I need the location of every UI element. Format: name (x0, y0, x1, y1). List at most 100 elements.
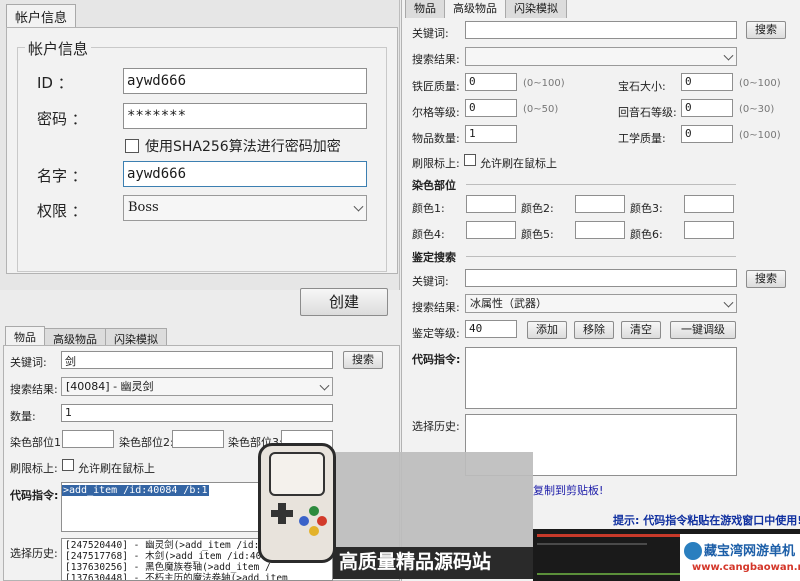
color3-input[interactable] (684, 195, 734, 213)
ap-level-input[interactable]: 40 (465, 320, 517, 338)
button-red-icon (317, 516, 327, 526)
site-logo-icon (684, 542, 702, 560)
ap-result-value: 冰属性（武器） (470, 297, 547, 310)
left-qty-label: 数量: (10, 410, 36, 423)
right-code-textarea[interactable] (465, 347, 737, 409)
ap-search-button[interactable]: 搜索 (746, 270, 786, 288)
role-select[interactable]: Boss (123, 195, 367, 221)
copy-to-clipboard-link[interactable]: 复制到剪贴板! (533, 482, 603, 498)
left-qty-input[interactable]: 1 (61, 404, 333, 422)
right-history-label: 选择历史: (412, 420, 460, 433)
right-cursor-check-label: 允许刷在鼠标上 (480, 157, 557, 170)
console-line (537, 543, 647, 545)
color6-input[interactable] (684, 221, 734, 239)
echo-hint: (0~30) (739, 104, 775, 115)
craft-hint: (0~100) (739, 130, 781, 141)
right-result-select[interactable] (465, 47, 737, 66)
dye-separator (466, 184, 736, 185)
left-keyword-input[interactable]: 剑 (61, 351, 333, 369)
left-cursor-checkbox[interactable] (62, 459, 74, 471)
gem-hint: (0~100) (739, 78, 781, 89)
gem-input[interactable]: 0 (681, 73, 733, 91)
craft-input[interactable]: 0 (681, 125, 733, 143)
history-item[interactable]: [137630448] - 不朽主历的魔法卷轴(>add_item (65, 573, 329, 580)
button-blue-icon (299, 516, 309, 526)
appraise-separator (466, 256, 736, 257)
left-code-label: 代码指令: (10, 489, 59, 502)
sha256-checkbox[interactable] (125, 139, 139, 153)
left-dye1-input[interactable] (62, 430, 114, 448)
blurred-overlay (333, 452, 533, 552)
smith-input[interactable]: 0 (465, 73, 517, 91)
oneclick-level-button[interactable]: 一键调级 (670, 321, 736, 339)
clear-button[interactable]: 清空 (621, 321, 661, 339)
right-qty-label: 物品数量: (412, 132, 460, 145)
left-code-selection: >add_item /id:40084 /b:1 (62, 485, 209, 496)
ap-keyword-label: 关键词: (412, 275, 449, 288)
tab-items[interactable]: 物品 (405, 0, 445, 18)
left-search-button[interactable]: 搜索 (343, 351, 383, 369)
color2-input[interactable] (575, 195, 625, 213)
left-result-value: [40084] - 幽灵剑 (66, 380, 154, 393)
id-input[interactable]: aywd666 (123, 68, 367, 94)
smith-hint: (0~100) (523, 78, 565, 89)
site-url: www.cangbaowan.net (692, 562, 800, 573)
color1-input[interactable] (466, 195, 516, 213)
password-label: 密码 ： (37, 110, 87, 128)
gamepad-screen (269, 452, 325, 496)
color2-label: 颜色2: (521, 202, 554, 215)
echo-input[interactable]: 0 (681, 99, 733, 117)
left-result-select[interactable]: [40084] - 幽灵剑 (61, 377, 333, 396)
add-button[interactable]: 添加 (527, 321, 567, 339)
gamepad-logo (258, 443, 336, 563)
right-items-tabbar: 物品 高级物品 闪染模拟 (405, 0, 567, 18)
left-dye1-label: 染色部位1: (10, 436, 65, 449)
site-name: 藏宝湾网游单机 (704, 544, 796, 559)
right-keyword-input[interactable] (465, 21, 737, 39)
role-value: Boss (128, 200, 159, 215)
ap-keyword-input[interactable] (465, 269, 737, 287)
left-cursor-check-label: 允许刷在鼠标上 (78, 462, 155, 475)
dpad-icon (278, 503, 286, 524)
dye-section-title: 染色部位 (412, 179, 456, 192)
usage-tip: 提示: 代码指令粘贴在游戏窗口中使用! (613, 514, 800, 527)
color1-label: 颜色1: (412, 202, 445, 215)
tab-advanced-items[interactable]: 高级物品 (444, 0, 506, 18)
color6-label: 颜色6: (630, 228, 663, 241)
button-yellow-icon (309, 526, 319, 536)
color5-label: 颜色5: (521, 228, 554, 241)
erg-hint: (0~50) (523, 104, 559, 115)
name-input[interactable]: aywd666 (123, 161, 367, 187)
watermark-banner: 高质量精品源码站 (333, 547, 533, 579)
console-line-red (537, 534, 687, 537)
right-result-label: 搜索结果: (412, 53, 460, 66)
ap-result-select[interactable]: 冰属性（武器） (465, 294, 737, 313)
left-history-label: 选择历史: (10, 547, 58, 560)
left-result-label: 搜索结果: (10, 383, 58, 396)
name-label: 名字 ： (37, 167, 87, 185)
history-item[interactable]: [137630256] - 黑色魔族卷轴(>add_item / (65, 562, 329, 573)
account-panel: 帐户信息 ID ： aywd666 密码 ： ******* 使用SHA256算… (6, 27, 398, 274)
right-search-button[interactable]: 搜索 (746, 21, 786, 39)
right-keyword-label: 关键词: (412, 27, 449, 40)
color4-input[interactable] (466, 221, 516, 239)
right-qty-input[interactable]: 1 (465, 125, 517, 143)
right-cursor-checkbox[interactable] (464, 154, 476, 166)
left-dye2-input[interactable] (172, 430, 224, 448)
chevron-down-icon (319, 380, 330, 391)
color4-label: 颜色4: (412, 228, 445, 241)
id-label: ID ： (37, 74, 73, 92)
chevron-down-icon (723, 297, 734, 308)
gem-label: 宝石大小: (618, 80, 666, 93)
erg-input[interactable]: 0 (465, 99, 517, 117)
sha256-label: 使用SHA256算法进行密码加密 (145, 139, 341, 155)
right-cursor-label: 刷限标上: (412, 157, 460, 170)
create-button[interactable]: 创建 (300, 288, 388, 316)
remove-button[interactable]: 移除 (574, 321, 614, 339)
echo-label: 回音石等级: (618, 106, 677, 119)
role-label: 权限 ： (37, 202, 87, 220)
password-input[interactable]: ******* (123, 103, 367, 129)
tab-flash-dye[interactable]: 闪染模拟 (505, 0, 567, 18)
right-code-label: 代码指令: (412, 353, 461, 366)
color5-input[interactable] (575, 221, 625, 239)
